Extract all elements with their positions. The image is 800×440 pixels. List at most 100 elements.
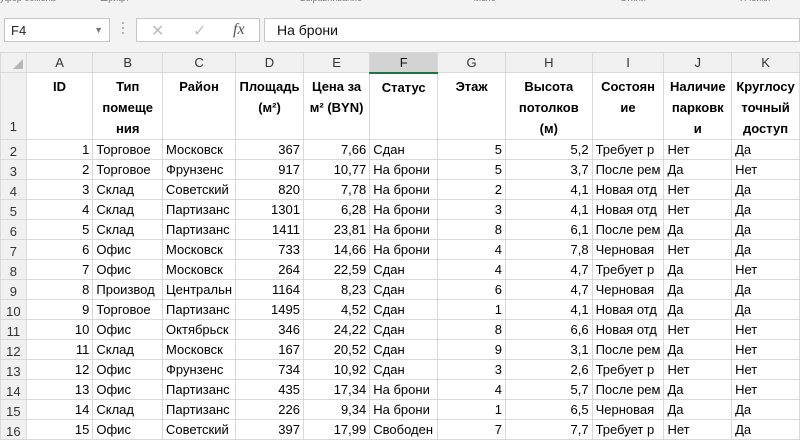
cell-f7[interactable]: На брони [369,239,439,260]
cell-a13[interactable]: 12 [25,359,94,380]
cell-e15[interactable]: 9,34 [302,399,371,420]
cell-b10[interactable]: Торговое [92,299,164,320]
cell-e2[interactable]: 7,66 [302,139,371,160]
cell-b1[interactable]: Тип помеще ния [92,72,164,140]
cell-b15[interactable]: Склад [92,399,164,420]
cell-c4[interactable]: Советский [162,179,237,200]
cell-b14[interactable]: Офис [92,379,164,400]
cell-a3[interactable]: 2 [25,159,94,180]
cell-h6[interactable]: 6,1 [505,219,593,240]
cell-g9[interactable]: 6 [437,279,507,300]
cell-c6[interactable]: Партизанс [162,219,237,240]
cell-d15[interactable]: 226 [235,399,304,420]
name-box[interactable]: F4 ▼ [4,18,110,42]
close-icon[interactable]: ✕ [151,21,164,41]
column-header-c[interactable]: C [162,52,237,73]
cell-f1[interactable]: Статус [369,72,439,140]
cell-k16[interactable]: Да [731,419,800,440]
cell-e9[interactable]: 8,23 [302,279,371,300]
cell-b3[interactable]: Торговое [92,159,164,180]
cell-a8[interactable]: 7 [25,259,94,280]
cell-j5[interactable]: Нет [663,199,733,220]
cell-b4[interactable]: Склад [92,179,164,200]
cell-b6[interactable]: Склад [92,219,164,240]
cell-i14[interactable]: После рем [591,379,665,400]
cell-b12[interactable]: Склад [92,339,164,360]
cell-k3[interactable]: Нет [731,159,800,180]
cell-e1[interactable]: Цена за м² (BYN) [302,72,371,140]
cell-j6[interactable]: Да [663,219,733,240]
cell-e3[interactable]: 10,77 [302,159,371,180]
cell-j8[interactable]: Да [663,259,733,280]
cell-a6[interactable]: 5 [25,219,94,240]
row-header[interactable]: 2 [0,139,27,160]
cell-i1[interactable]: Состоян ие [591,72,665,140]
cell-f15[interactable]: На брони [369,399,439,420]
row-header[interactable]: 6 [0,219,27,240]
cell-k15[interactable]: Да [731,399,800,420]
cell-a5[interactable]: 4 [25,199,94,220]
cell-h2[interactable]: 5,2 [505,139,593,160]
cell-h4[interactable]: 4,1 [505,179,593,200]
cell-j2[interactable]: Нет [663,139,733,160]
cell-i10[interactable]: Новая отд [591,299,665,320]
cell-g4[interactable]: 2 [437,179,507,200]
cell-k14[interactable]: Нет [731,379,800,400]
cell-h15[interactable]: 6,5 [505,399,593,420]
row-header[interactable]: 5 [0,199,27,220]
select-all-button[interactable] [0,52,27,73]
cell-e6[interactable]: 23,81 [302,219,371,240]
column-header-e[interactable]: E [302,52,371,73]
cell-b9[interactable]: Производ [92,279,164,300]
cell-k12[interactable]: Нет [731,339,800,360]
cell-a4[interactable]: 3 [25,179,94,200]
cell-k6[interactable]: Да [731,219,800,240]
cell-f9[interactable]: Сдан [369,279,439,300]
cell-b13[interactable]: Офис [92,359,164,380]
cell-b2[interactable]: Торговое [92,139,164,160]
cell-d14[interactable]: 435 [235,379,304,400]
cell-h1[interactable]: Высота потолков (м) [505,72,593,140]
cell-f5[interactable]: На брони [369,199,439,220]
cell-c1[interactable]: Район [162,72,237,140]
row-header[interactable]: 13 [0,359,27,380]
cell-j3[interactable]: Да [663,159,733,180]
cell-j11[interactable]: Нет [663,319,733,340]
cell-c13[interactable]: Фрунзенс [162,359,237,380]
cell-c5[interactable]: Партизанс [162,199,237,220]
cell-c3[interactable]: Фрунзенс [162,159,237,180]
row-header[interactable]: 14 [0,379,27,400]
cell-e5[interactable]: 6,28 [302,199,371,220]
cell-f13[interactable]: Сдан [369,359,439,380]
cell-k9[interactable]: Да [731,279,800,300]
cell-d13[interactable]: 734 [235,359,304,380]
cell-a2[interactable]: 1 [25,139,94,160]
cell-i13[interactable]: Требует р [591,359,665,380]
cell-i8[interactable]: Требует р [591,259,665,280]
cell-k13[interactable]: Нет [731,359,800,380]
cell-g11[interactable]: 8 [437,319,507,340]
cell-c16[interactable]: Советский [162,419,237,440]
cell-f14[interactable]: На брони [369,379,439,400]
cell-a12[interactable]: 11 [25,339,94,360]
cell-d16[interactable]: 397 [235,419,304,440]
cell-f12[interactable]: Сдан [369,339,439,360]
cell-h8[interactable]: 4,7 [505,259,593,280]
cell-d4[interactable]: 820 [235,179,304,200]
cell-e11[interactable]: 24,22 [302,319,371,340]
cell-h13[interactable]: 2,6 [505,359,593,380]
cell-d2[interactable]: 367 [235,139,304,160]
cell-c7[interactable]: Московск [162,239,237,260]
cell-g12[interactable]: 9 [437,339,507,360]
cell-i4[interactable]: Новая отд [591,179,665,200]
cell-d7[interactable]: 733 [235,239,304,260]
column-header-g[interactable]: G [437,52,507,73]
cell-j4[interactable]: Нет [663,179,733,200]
cell-h16[interactable]: 7,7 [505,419,593,440]
cell-h7[interactable]: 7,8 [505,239,593,260]
cell-f3[interactable]: На брони [369,159,439,180]
cell-c8[interactable]: Московск [162,259,237,280]
cell-e10[interactable]: 4,52 [302,299,371,320]
cell-a14[interactable]: 13 [25,379,94,400]
cell-d3[interactable]: 917 [235,159,304,180]
